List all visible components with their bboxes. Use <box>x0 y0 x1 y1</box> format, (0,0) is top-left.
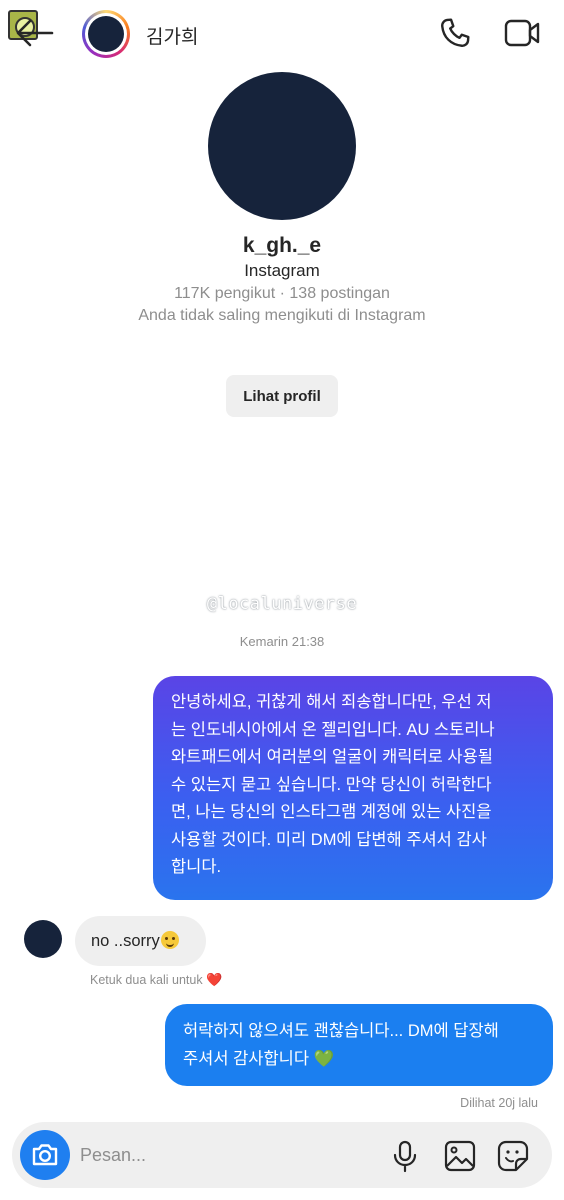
profile-username: k_gh._e <box>242 234 322 257</box>
smiling-face-with-tear-icon <box>160 931 179 949</box>
message-composer <box>12 1122 552 1188</box>
sticker-icon <box>497 1140 529 1172</box>
contact-avatar[interactable] <box>82 10 130 58</box>
incoming-message-bubble[interactable]: no ..sorry <box>75 916 206 966</box>
conversation-timestamp: Kemarin 21:38 <box>239 634 325 649</box>
voice-call-button[interactable] <box>438 16 472 50</box>
message-line: 사용할 것이다. 미리 DM에 답변해 주셔서 감사 <box>171 830 487 849</box>
contact-avatar-photo <box>88 16 124 52</box>
gallery-icon <box>444 1140 476 1172</box>
outgoing-message-bubble[interactable]: 허락하지 않으셔도 괜찮습니다... DM에 답장해 주셔서 감사합니다 💚 <box>165 1004 553 1086</box>
double-tap-hint: Ketuk dua kali untuk ❤️ <box>90 972 222 988</box>
heart-icon: ❤️ <box>206 972 223 987</box>
back-arrow-icon <box>16 19 54 47</box>
seen-status: Dilihat 20j lalu <box>460 1096 538 1110</box>
microphone-icon <box>393 1140 417 1173</box>
chat-header: 김가희 <box>0 0 564 68</box>
camera-icon <box>32 1144 58 1166</box>
camera-button[interactable] <box>20 1130 70 1180</box>
gallery-button[interactable] <box>443 1139 477 1173</box>
profile-platform: Instagram <box>244 261 320 280</box>
view-profile-button[interactable]: Lihat profil <box>226 375 338 417</box>
outgoing-message-bubble[interactable]: 안녕하세요, 귀찮게 해서 죄송합니다만, 우선 저 는 인도네시아에서 온 젤… <box>153 676 553 900</box>
avatar-ring-gap <box>85 13 127 55</box>
message-line: 와트패드에서 여러분의 얼굴이 캐릭터로 사용될 <box>171 748 493 766</box>
message-line-text: 주셔서 감사합니다 <box>183 1050 314 1068</box>
message-input[interactable] <box>80 1140 360 1170</box>
sender-avatar[interactable] <box>24 920 62 958</box>
message-line: 면, 나는 당신의 인스타그램 계정에 있는 사진을 <box>171 803 492 821</box>
green-heart-icon: 💚 <box>313 1050 335 1068</box>
back-button[interactable] <box>14 16 54 50</box>
video-camera-icon <box>504 19 540 47</box>
message-line: 허락하지 않으셔도 괜찮습니다... DM에 답장해 <box>183 1022 499 1040</box>
message-line: 합니다. <box>171 858 222 876</box>
phone-icon <box>441 18 470 47</box>
sticker-button[interactable] <box>496 1139 530 1173</box>
message-line: 안녕하세요, 귀찮게 해서 죄송합니다만, 우선 저 <box>171 693 492 711</box>
profile-photo <box>208 72 356 220</box>
message-line: 는 인도네시아에서 온 젤리입니다. AU 스토리나 <box>171 720 495 739</box>
follow-status-note: Anda tidak saling mengikuti di Instagram <box>138 307 426 324</box>
voice-message-button[interactable] <box>390 1139 420 1173</box>
profile-stats: 117K pengikut · 138 postingan <box>174 285 390 302</box>
message-text: no ..sorry <box>91 932 160 950</box>
double-tap-hint-text: Ketuk dua kali untuk <box>90 973 203 987</box>
watermark-text: @localuniverse <box>206 594 358 614</box>
contact-name[interactable]: 김가희 <box>146 22 198 49</box>
video-call-button[interactable] <box>502 16 542 50</box>
message-line: 수 있는지 묻고 싶습니다. 만약 당신이 허락한다 <box>171 775 492 794</box>
message-line: 주셔서 감사합니다 💚 <box>183 1045 535 1073</box>
